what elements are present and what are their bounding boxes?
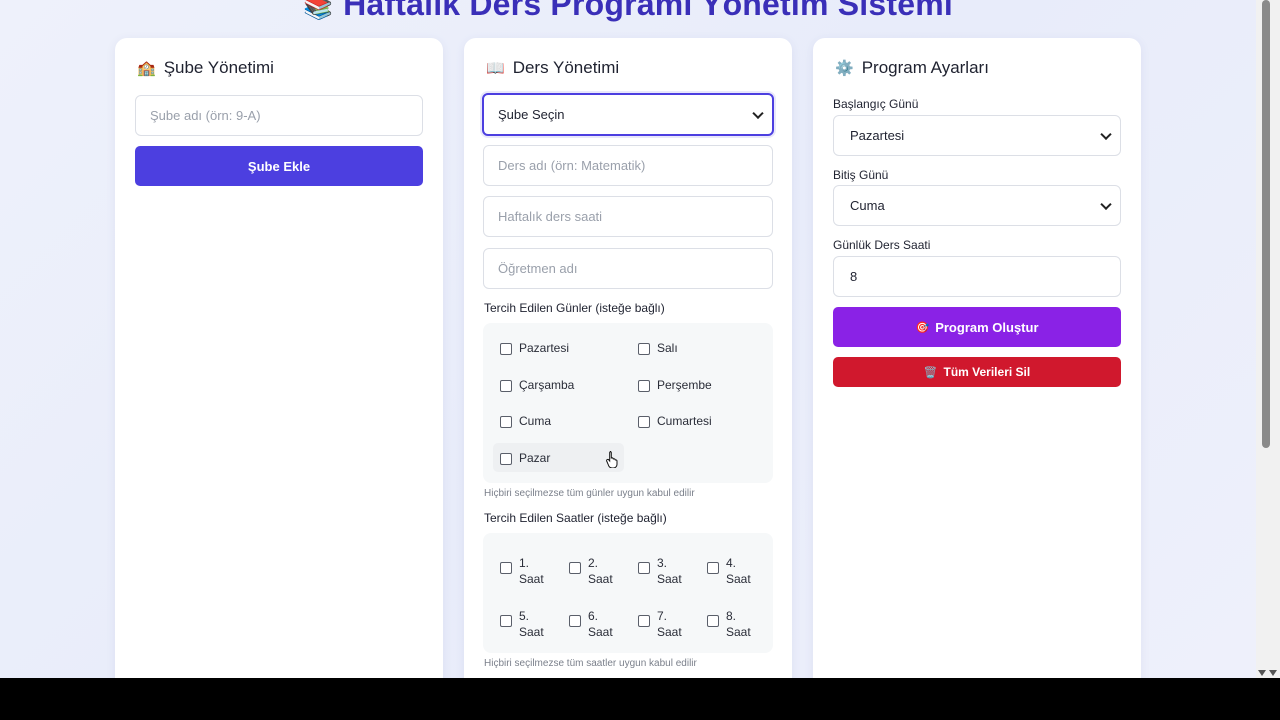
checkbox-box[interactable] bbox=[638, 562, 650, 574]
scroll-down-arrow-icon[interactable] bbox=[1269, 670, 1277, 676]
start-day-value: Pazartesi bbox=[850, 128, 905, 143]
checkbox-box[interactable] bbox=[500, 343, 512, 355]
checkbox-box[interactable] bbox=[500, 380, 512, 392]
branch-card-heading: 🏫 Şube Yönetimi bbox=[137, 58, 274, 77]
checkbox-box[interactable] bbox=[500, 453, 512, 465]
hour-checkbox[interactable]: 5. Saat bbox=[500, 609, 544, 640]
checkbox-box[interactable] bbox=[707, 615, 719, 627]
chevron-down-icon bbox=[752, 107, 764, 119]
preferred-days-label: Tercih Edilen Günler (isteğe bağlı) bbox=[484, 301, 665, 315]
trash-icon: 🗑️ bbox=[923, 366, 938, 379]
checkbox-box[interactable] bbox=[638, 416, 650, 428]
teacher-name-input[interactable]: Öğretmen adı bbox=[483, 248, 773, 289]
checkbox-box[interactable] bbox=[569, 562, 581, 574]
checkbox-box[interactable] bbox=[500, 416, 512, 428]
chevron-down-icon bbox=[1100, 128, 1112, 140]
scroll-down-arrow-icon[interactable] bbox=[1258, 670, 1266, 676]
hour-checkbox[interactable]: 6. Saat bbox=[569, 609, 613, 640]
checkbox-box[interactable] bbox=[638, 343, 650, 355]
branch-name-input[interactable]: Şube adı (örn: 9-A) bbox=[135, 95, 423, 136]
checkbox-box[interactable] bbox=[500, 615, 512, 627]
vertical-scrollbar[interactable] bbox=[1256, 0, 1280, 678]
day-checkbox[interactable]: Cumartesi bbox=[638, 414, 712, 428]
gear-icon: ⚙️ bbox=[835, 60, 854, 77]
checkbox-box[interactable] bbox=[707, 562, 719, 574]
daily-hours-input[interactable]: 8 bbox=[833, 256, 1121, 297]
preferred-hours-label: Tercih Edilen Saatler (isteğe bağlı) bbox=[484, 511, 667, 525]
hours-hint: Hiçbiri seçilmezse tüm saatler uygun kab… bbox=[484, 658, 697, 669]
branch-management-card: 🏫 Şube Yönetimi Şube adı (örn: 9-A) Şube… bbox=[115, 38, 443, 678]
end-day-label: Bitiş Günü bbox=[833, 168, 889, 182]
target-icon: 🎯 bbox=[915, 321, 930, 334]
settings-card-heading: ⚙️ Program Ayarları bbox=[835, 58, 989, 77]
hour-checkbox[interactable]: 1. Saat bbox=[500, 556, 544, 587]
day-checkbox[interactable]: Pazartesi bbox=[500, 341, 569, 355]
course-card-heading: 📖 Ders Yönetimi bbox=[486, 58, 620, 77]
delete-all-data-button[interactable]: 🗑️ Tüm Verileri Sil bbox=[833, 357, 1121, 387]
checkbox-box[interactable] bbox=[638, 615, 650, 627]
hand-cursor-icon bbox=[606, 451, 618, 468]
school-icon: 🏫 bbox=[137, 60, 156, 77]
daily-hours-label: Günlük Ders Saati bbox=[833, 238, 931, 252]
books-icon: 📚 bbox=[303, 0, 334, 21]
start-day-label: Başlangıç Günü bbox=[833, 97, 919, 111]
branch-select-value: Şube Seçin bbox=[498, 107, 565, 122]
checkbox-box[interactable] bbox=[638, 380, 650, 392]
generate-program-button[interactable]: 🎯 Program Oluştur bbox=[833, 307, 1121, 347]
weekly-hours-input[interactable]: Haftalık ders saati bbox=[483, 196, 773, 237]
scrollbar-thumb[interactable] bbox=[1262, 0, 1270, 448]
chevron-down-icon bbox=[1100, 198, 1112, 210]
day-checkbox[interactable]: Pazar bbox=[500, 451, 550, 465]
page-viewport: 📚 Haftalık Ders Programı Yönetim Sistemi … bbox=[0, 0, 1256, 678]
hour-checkbox[interactable]: 2. Saat bbox=[569, 556, 613, 587]
add-branch-button[interactable]: Şube Ekle bbox=[135, 146, 423, 186]
course-name-input[interactable]: Ders adı (örn: Matematik) bbox=[483, 145, 773, 186]
day-checkbox[interactable]: Salı bbox=[638, 341, 678, 355]
program-settings-card: ⚙️ Program Ayarları Başlangıç Günü Pazar… bbox=[813, 38, 1141, 678]
page-title: 📚 Haftalık Ders Programı Yönetim Sistemi bbox=[0, 0, 1256, 23]
day-checkbox[interactable]: Cuma bbox=[500, 414, 551, 428]
checkbox-box[interactable] bbox=[569, 615, 581, 627]
start-day-select[interactable]: Pazartesi bbox=[833, 115, 1121, 156]
day-checkbox[interactable]: Çarşamba bbox=[500, 378, 574, 392]
hour-checkbox[interactable]: 3. Saat bbox=[638, 556, 682, 587]
preferred-hours-panel: 1. Saat 2. Saat 3. Saat 4. Saat 5. Saat 6. Saa… bbox=[483, 533, 773, 653]
course-management-card: 📖 Ders Yönetimi Şube Seçin Ders adı (örn… bbox=[464, 38, 792, 678]
end-day-value: Cuma bbox=[850, 198, 885, 213]
preferred-days-panel: Pazartesi Salı Çarşamba Perşembe Cuma Cu… bbox=[483, 323, 773, 483]
day-checkbox[interactable]: Perşembe bbox=[638, 378, 712, 392]
hour-checkbox[interactable]: 4. Saat bbox=[707, 556, 751, 587]
hour-checkbox[interactable]: 7. Saat bbox=[638, 609, 682, 640]
branch-select[interactable]: Şube Seçin bbox=[482, 93, 774, 136]
checkbox-box[interactable] bbox=[500, 562, 512, 574]
end-day-select[interactable]: Cuma bbox=[833, 185, 1121, 226]
book-icon: 📖 bbox=[486, 60, 505, 77]
days-hint: Hiçbiri seçilmezse tüm günler uygun kabu… bbox=[484, 488, 695, 499]
hour-checkbox[interactable]: 8. Saat bbox=[707, 609, 751, 640]
